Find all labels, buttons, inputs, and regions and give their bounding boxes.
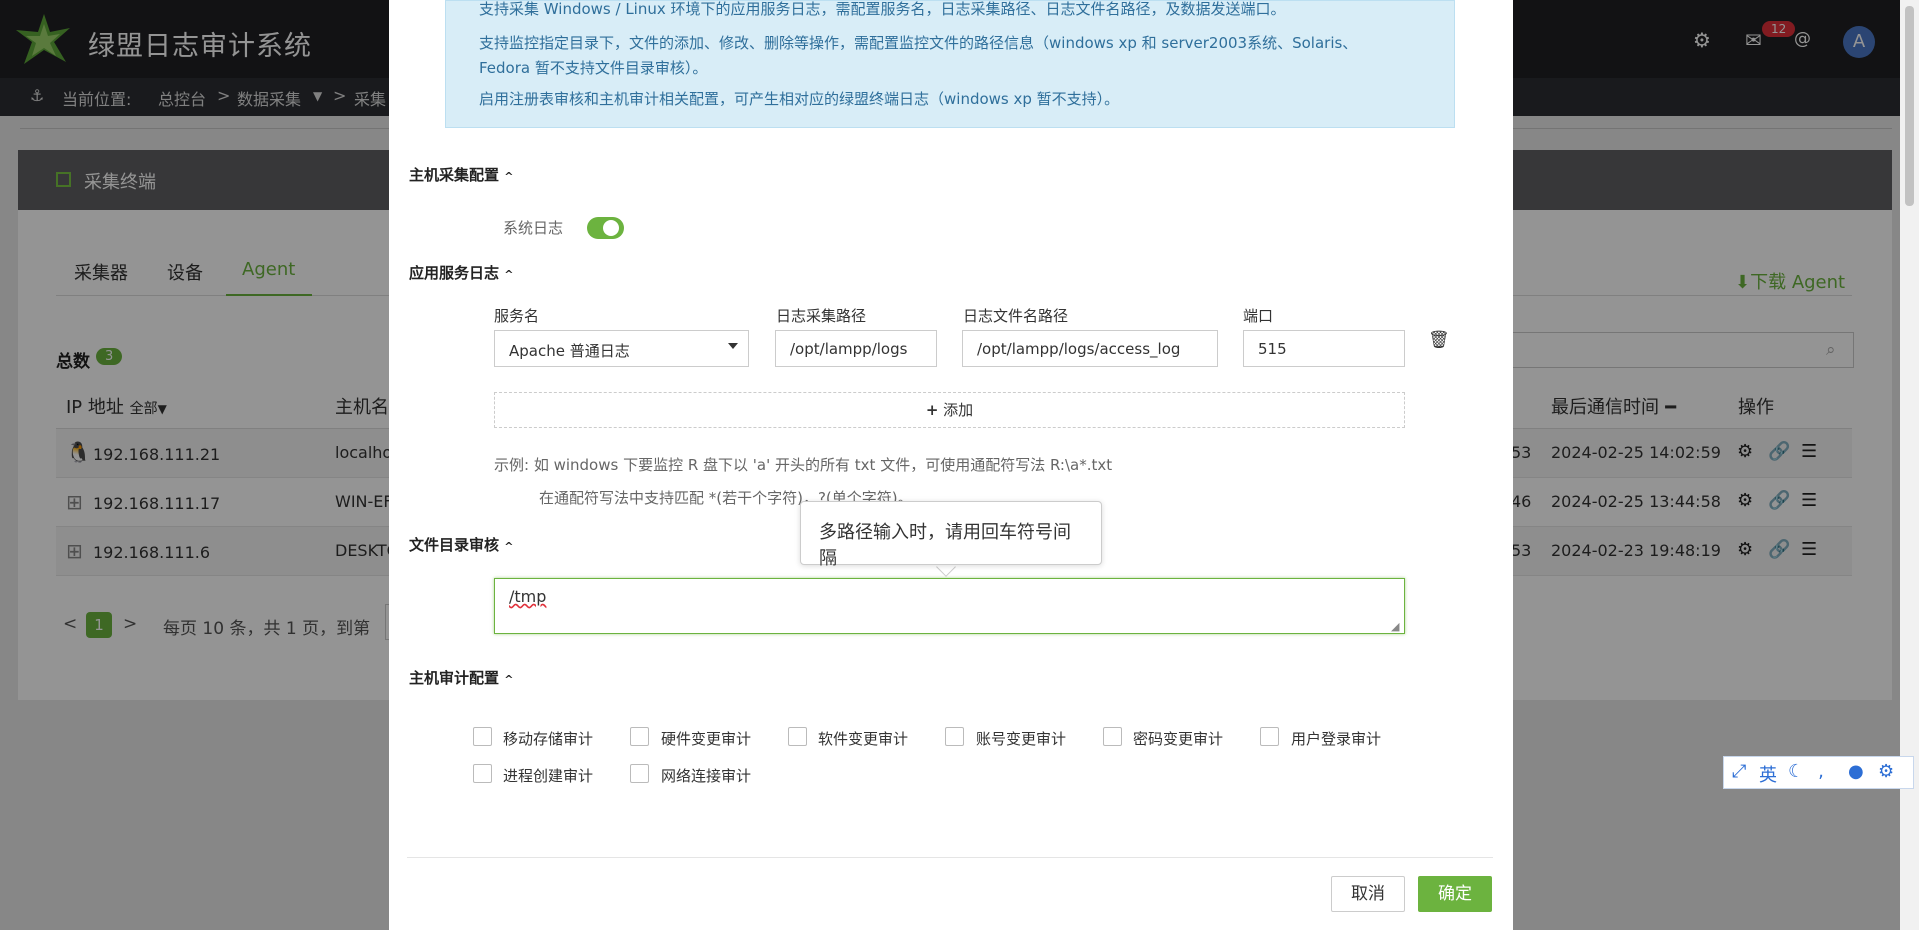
modal-footer-divider (407, 857, 1493, 858)
checkbox-label: 用户登录审计 (1291, 730, 1382, 748)
info-line: 支持采集 Windows / Linux 环境下的应用服务日志，需配置服务名，日… (479, 0, 1286, 18)
checkbox-software-change[interactable] (788, 727, 807, 746)
info-line: 启用注册表审核和主机审计相关配置，可产生相对应的绿盟终端日志（windows x… (479, 90, 1120, 108)
plus-icon: + (925, 401, 939, 419)
log-file-label: 日志文件名路径 (963, 307, 1069, 325)
section-host-audit[interactable]: 主机审计配置 ^ (409, 667, 513, 688)
section-file-audit-label: 文件目录审核 (409, 536, 500, 554)
checkbox-label: 密码变更审计 (1133, 730, 1224, 748)
gear-icon[interactable]: ⚙ (1878, 761, 1894, 782)
ime-toolbar: ⤢ 英 ☾ ‚ ● ⚙ (1723, 756, 1914, 789)
ime-lang-toggle[interactable]: 英 (1759, 761, 1777, 787)
checkbox-label: 软件变更审计 (818, 730, 909, 748)
service-select[interactable]: Apache 普通日志 (494, 330, 749, 367)
syslog-label: 系统日志 (503, 219, 564, 237)
moon-icon[interactable]: ☾ (1788, 761, 1804, 782)
checkbox-hardware-change[interactable] (630, 727, 649, 746)
file-audit-value: /tmp (509, 587, 547, 606)
checkbox-label: 账号变更审计 (976, 730, 1067, 748)
section-app-log[interactable]: 应用服务日志 ^ (409, 262, 513, 283)
log-path-input[interactable]: /opt/lampp/logs (775, 330, 937, 367)
section-host-audit-label: 主机审计配置 (409, 669, 500, 687)
section-host-collect[interactable]: 主机采集配置 ^ (409, 164, 513, 185)
checkbox-password-change[interactable] (1103, 727, 1122, 746)
chevron-up-icon[interactable]: ^ (504, 170, 513, 183)
tooltip: 多路径输入时，请用回车符号间隔 (800, 501, 1102, 569)
info-line: 支持监控指定目录下，文件的添加、修改、删除等操作，需配置监控文件的路径信息（wi… (479, 34, 1358, 52)
trash-icon[interactable]: 🗑 (1428, 330, 1450, 350)
example-text: 示例: 如 windows 下要监控 R 盘下以 'a' 开头的所有 txt 文… (494, 456, 1113, 474)
user-icon[interactable]: ● (1848, 761, 1864, 782)
scrollbar-thumb[interactable] (1905, 6, 1914, 206)
confirm-button[interactable]: 确定 (1418, 876, 1492, 912)
checkbox-label: 网络连接审计 (661, 767, 752, 785)
log-path-label: 日志采集路径 (776, 307, 867, 325)
chevron-up-icon[interactable]: ^ (504, 673, 513, 686)
ime-expand-icon[interactable]: ⤢ (1732, 761, 1746, 782)
port-label: 端口 (1243, 307, 1274, 325)
dropdown-caret-icon[interactable] (728, 343, 738, 349)
section-file-audit[interactable]: 文件目录审核 ^ (409, 534, 513, 555)
chevron-up-icon[interactable]: ^ (504, 540, 513, 553)
checkbox-removable-storage[interactable] (473, 727, 492, 746)
toggle-knob[interactable] (603, 220, 619, 236)
cancel-button[interactable]: 取消 (1331, 876, 1405, 912)
add-button[interactable]: + 添加 (494, 392, 1405, 428)
service-label: 服务名 (494, 307, 540, 325)
checkbox-label: 进程创建审计 (503, 767, 594, 785)
chevron-up-icon[interactable]: ^ (504, 268, 513, 281)
checkbox-account-change[interactable] (945, 727, 964, 746)
punctuation-icon[interactable]: ‚ (1818, 761, 1824, 782)
checkbox-network-connect[interactable] (630, 764, 649, 783)
file-audit-textarea[interactable]: /tmp (494, 578, 1405, 634)
info-line: Fedora 暂不支持文件目录审核）。 (479, 59, 708, 77)
section-app-log-label: 应用服务日志 (409, 264, 500, 282)
checkbox-process-create[interactable] (473, 764, 492, 783)
checkbox-user-login[interactable] (1260, 727, 1279, 746)
add-label: 添加 (943, 401, 974, 419)
port-input[interactable]: 515 (1243, 330, 1405, 367)
checkbox-label: 移动存储审计 (503, 730, 594, 748)
log-file-input[interactable]: /opt/lampp/logs/access_log (962, 330, 1218, 367)
section-host-collect-label: 主机采集配置 (409, 166, 500, 184)
resize-handle-icon[interactable]: ◢ (1391, 620, 1399, 633)
checkbox-label: 硬件变更审计 (661, 730, 752, 748)
